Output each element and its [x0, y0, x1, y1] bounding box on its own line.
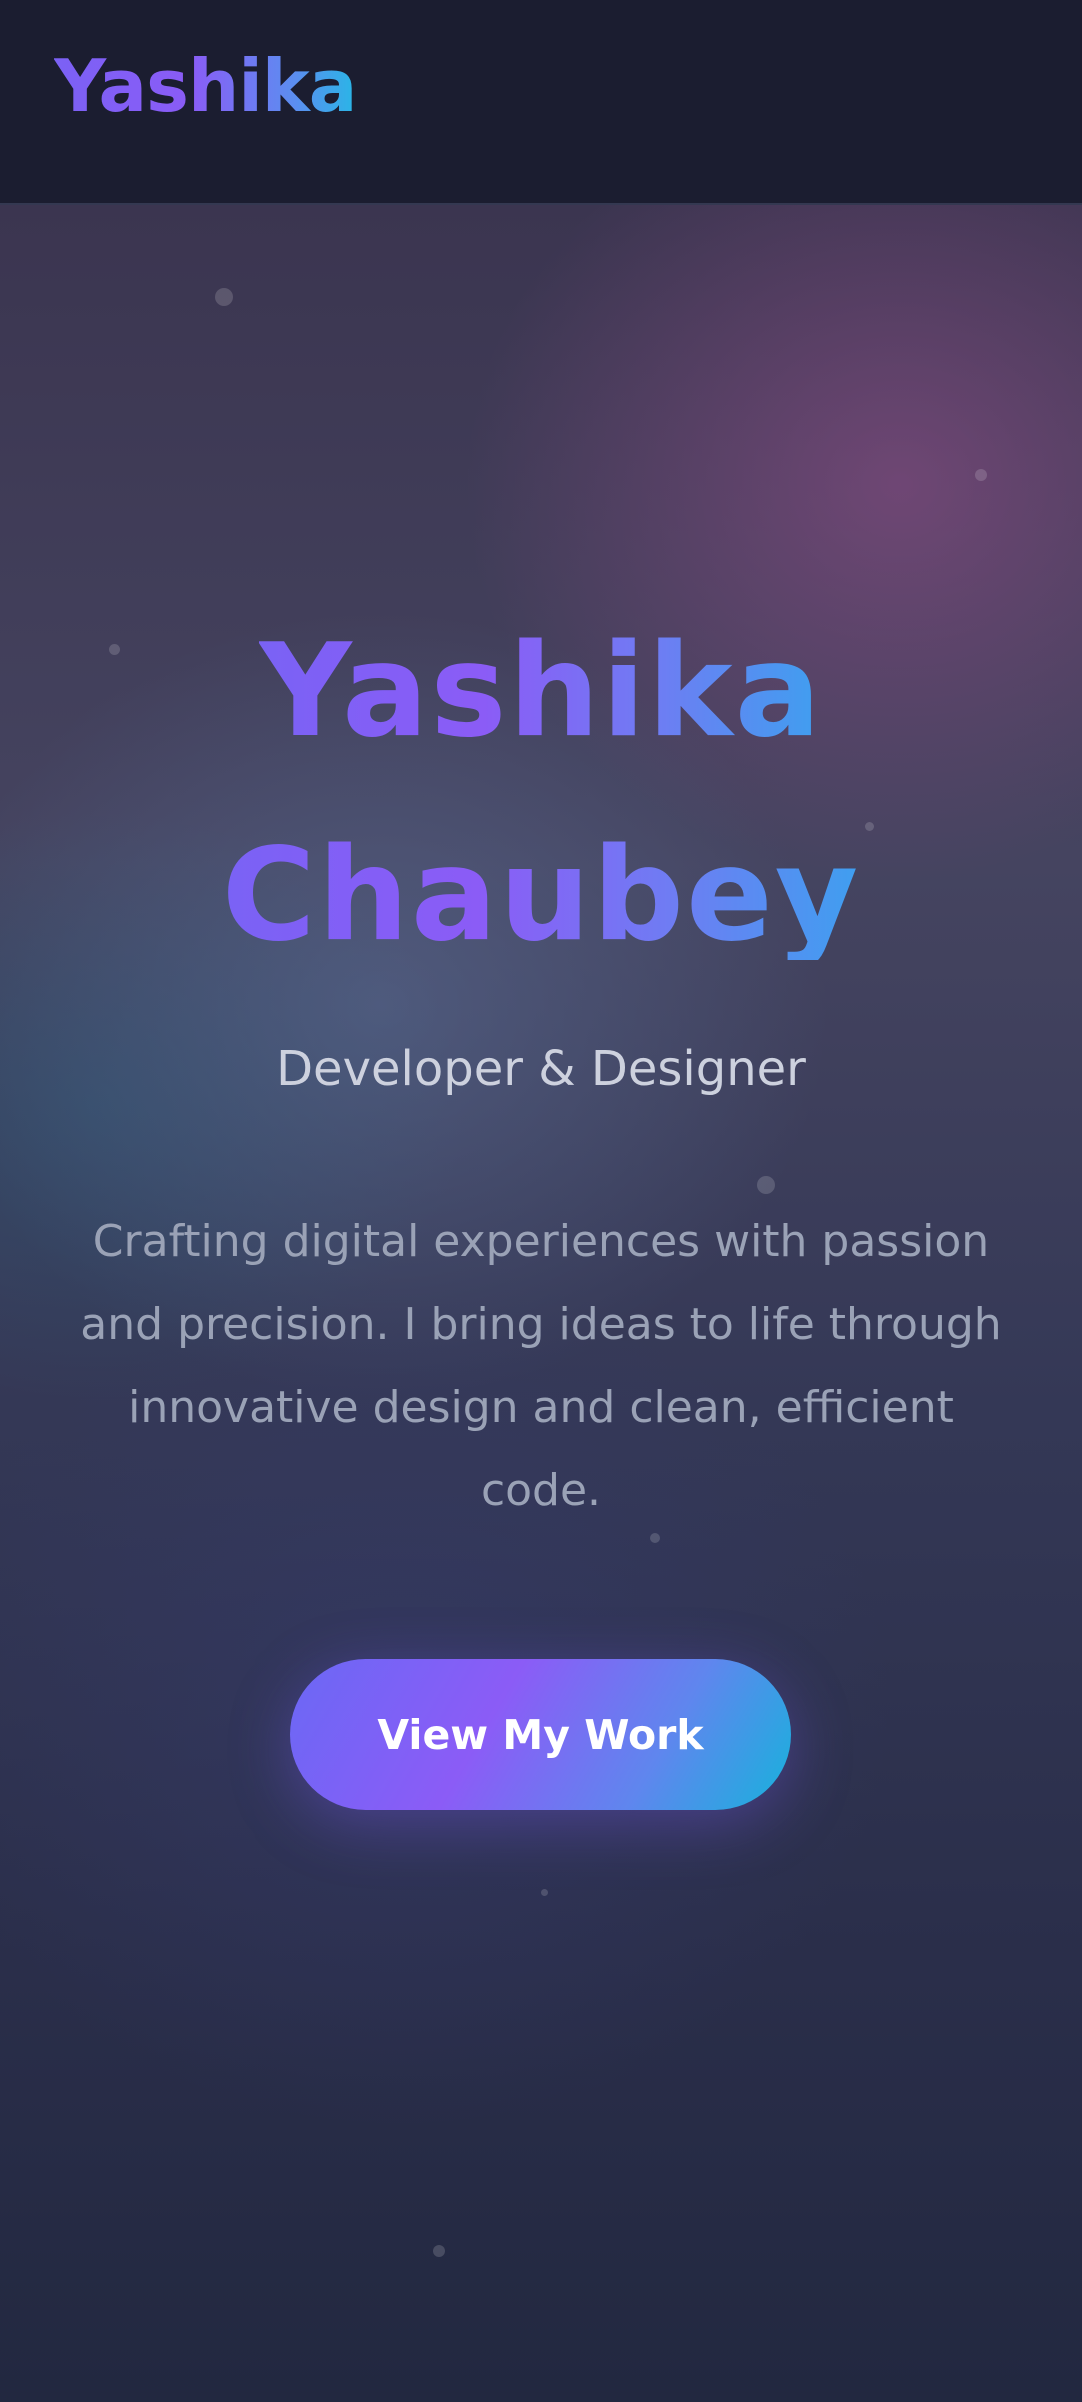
hero-description: Crafting digital experiences with passio…	[80, 1216, 1002, 1516]
decorative-particle	[650, 1533, 660, 1543]
decorative-particle	[215, 288, 233, 306]
decorative-particle	[865, 822, 874, 831]
page: Yashika Yashika Chaubey Developer & Desi…	[0, 0, 1082, 2402]
decorative-particle	[433, 2245, 445, 2257]
view-my-work-button[interactable]: View My Work	[290, 1659, 791, 1810]
decorative-particle	[541, 1889, 548, 1896]
decorative-particle	[757, 1176, 775, 1194]
hero-name-last: Chaubey	[221, 821, 861, 970]
hero-name-last-line: Chaubey	[0, 832, 1082, 960]
site-header: Yashika	[0, 0, 1082, 205]
site-logo[interactable]: Yashika	[54, 50, 357, 122]
decorative-particle	[975, 469, 987, 481]
hero-subtitle: Developer & Designer	[276, 1041, 806, 1097]
hero-name-first-line: Yashika	[0, 628, 1082, 756]
hero-name-first: Yashika	[259, 617, 823, 766]
